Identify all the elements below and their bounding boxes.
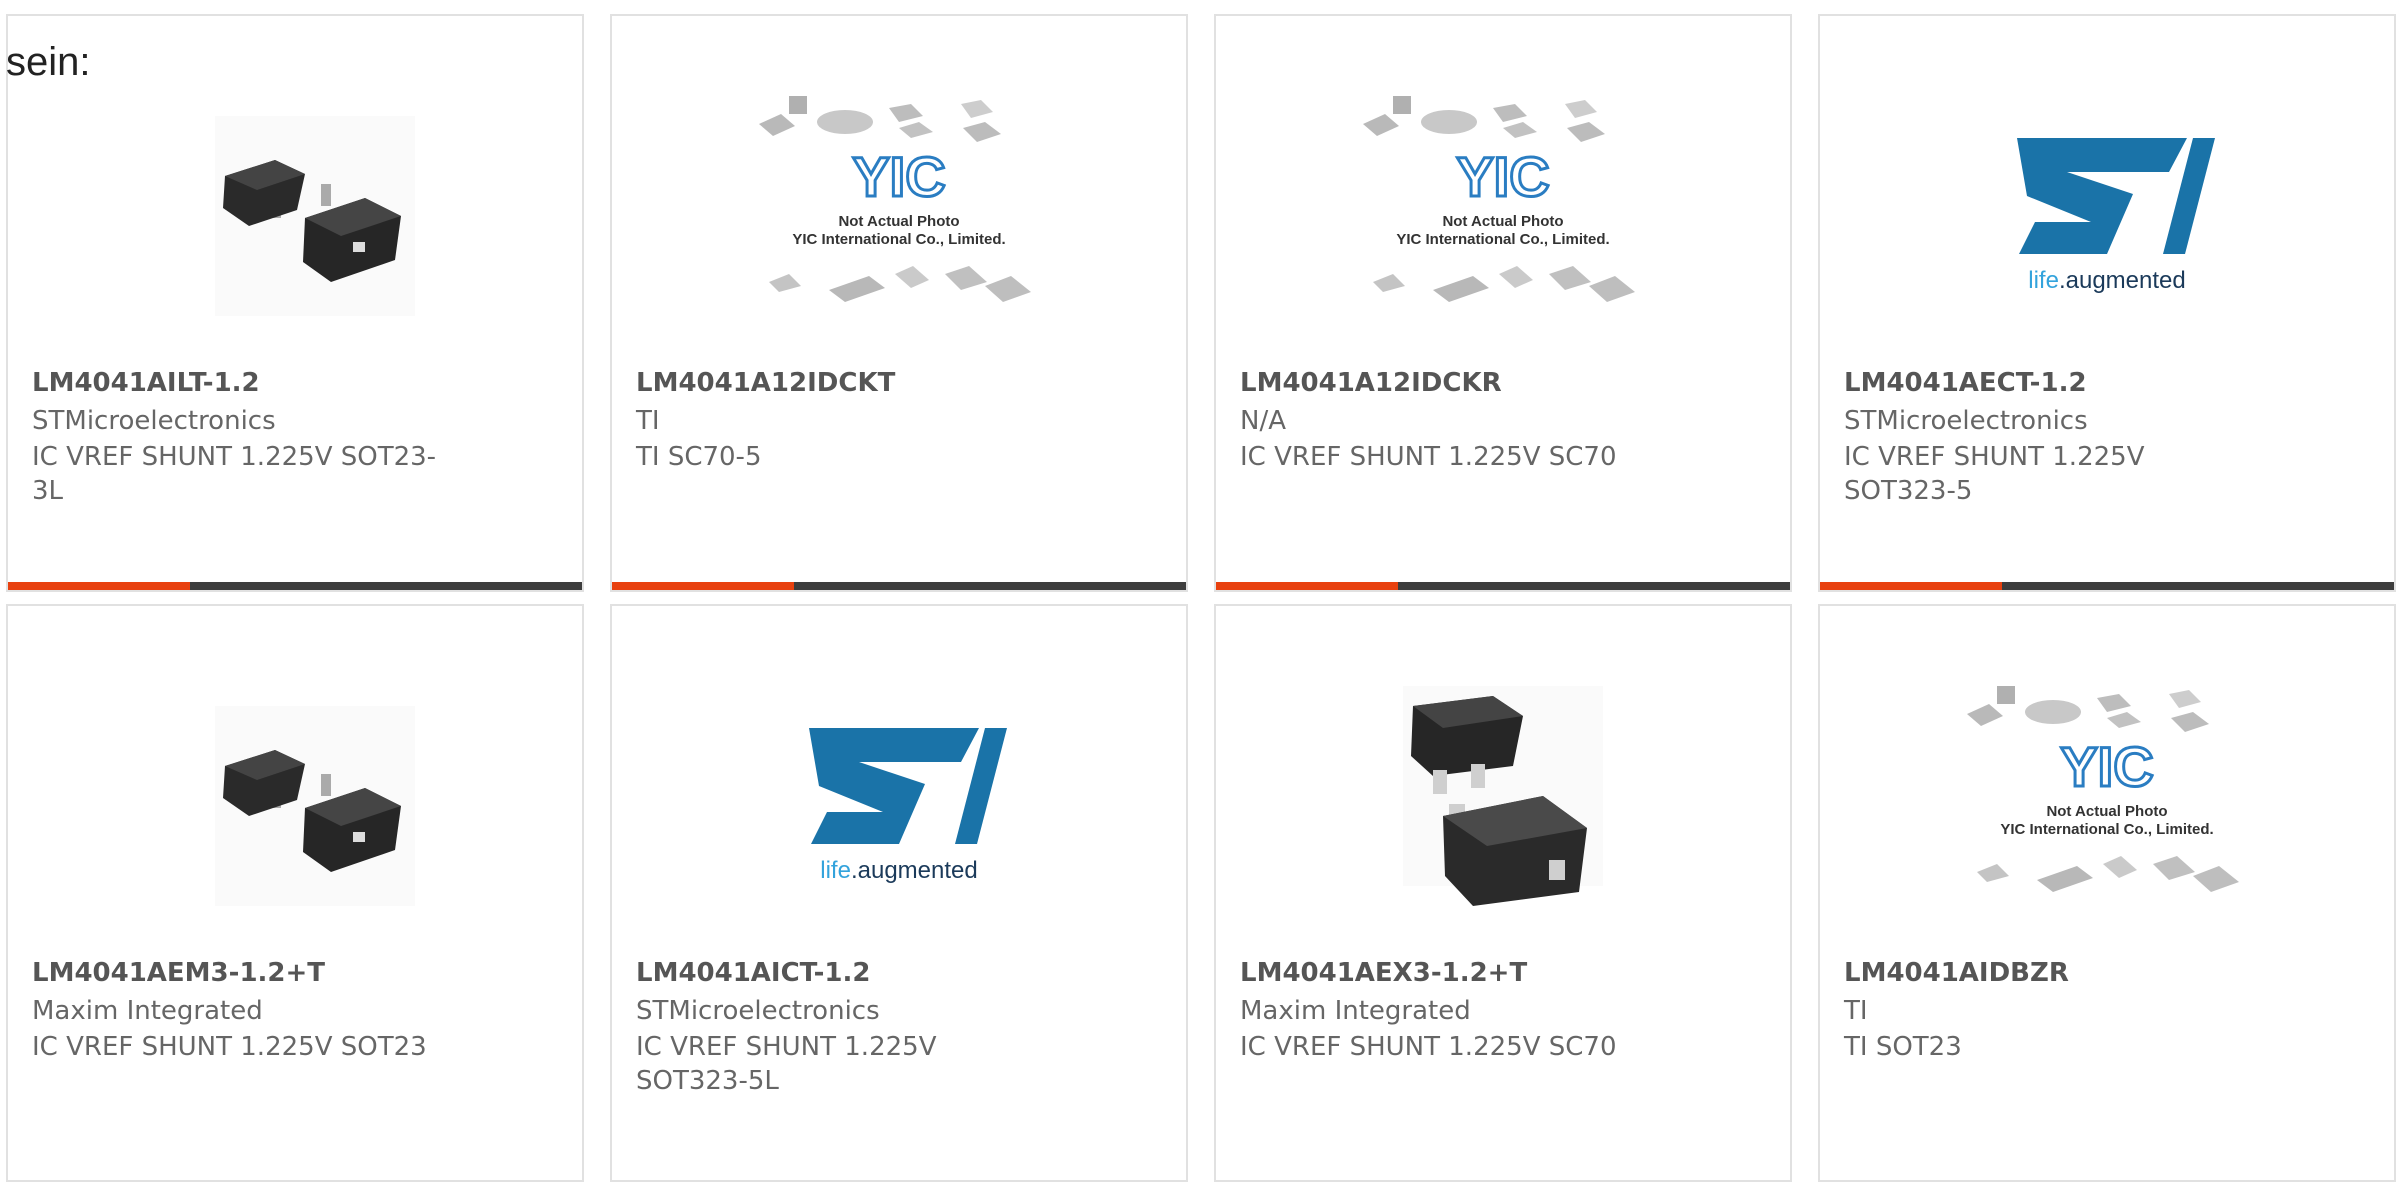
bar-rest bbox=[1398, 582, 1790, 590]
product-description: TI SC70-5 bbox=[636, 442, 762, 472]
product-description: IC VREF SHUNT 1.225V SC70 bbox=[1240, 442, 1617, 472]
sot23-chip-image bbox=[215, 116, 415, 316]
product-part-number[interactable]: LM4041A12IDCKR bbox=[1240, 368, 1502, 398]
product-part-number[interactable]: LM4041AIDBZR bbox=[1844, 958, 2069, 988]
product-card[interactable]: YIC Not Actual Photo YIC International C… bbox=[610, 14, 1188, 592]
card-progress-bar bbox=[1216, 582, 1790, 590]
bar-rest bbox=[2002, 582, 2394, 590]
product-card[interactable]: LM4041AILT-1.2 STMicroelectronics IC VRE… bbox=[6, 14, 584, 592]
product-card[interactable]: LM4041AEX3-1.2+T Maxim Integrated IC VRE… bbox=[1214, 604, 1792, 1182]
svg-text:Not Actual Photo: Not Actual Photo bbox=[838, 213, 959, 230]
svg-text:life.augmented: life.augmented bbox=[820, 857, 977, 884]
product-card[interactable]: LM4041AEM3-1.2+T Maxim Integrated IC VRE… bbox=[6, 604, 584, 1182]
svg-text:YIC International Co., Limited: YIC International Co., Limited. bbox=[2000, 821, 2213, 838]
product-image[interactable] bbox=[145, 76, 445, 336]
product-manufacturer: Maxim Integrated bbox=[32, 996, 263, 1026]
product-description: IC VREF SHUNT 1.225V SOT323-5 bbox=[1844, 442, 2145, 506]
bar-accent bbox=[612, 582, 794, 590]
product-description: IC VREF SHUNT 1.225V SOT323-5L bbox=[636, 1032, 937, 1096]
card-progress-bar bbox=[612, 582, 1186, 590]
yic-placeholder-image: YIC Not Actual Photo YIC International C… bbox=[1363, 96, 1635, 302]
st-logo-image: life.augmented bbox=[809, 728, 1007, 884]
product-image[interactable]: YIC Not Actual Photo YIC International C… bbox=[1353, 76, 1653, 336]
product-image[interactable]: life.augmented bbox=[1957, 76, 2257, 336]
product-manufacturer: TI bbox=[1844, 996, 1868, 1026]
sc70-chip-image bbox=[1403, 686, 1603, 906]
product-description: IC VREF SHUNT 1.225V SOT23 bbox=[32, 1032, 427, 1062]
product-manufacturer: Maxim Integrated bbox=[1240, 996, 1471, 1026]
product-card[interactable]: life.augmented LM4041AECT-1.2 STMicroele… bbox=[1818, 14, 2396, 592]
lead-text: sein: bbox=[6, 40, 91, 84]
product-image[interactable] bbox=[1353, 666, 1653, 926]
svg-text:YIC: YIC bbox=[1456, 145, 1549, 208]
product-manufacturer: STMicroelectronics bbox=[1844, 406, 2088, 436]
product-part-number[interactable]: LM4041AILT-1.2 bbox=[32, 368, 260, 398]
svg-text:YIC: YIC bbox=[852, 145, 945, 208]
svg-text:Not Actual Photo: Not Actual Photo bbox=[1442, 213, 1563, 230]
card-progress-bar bbox=[8, 582, 582, 590]
product-manufacturer: STMicroelectronics bbox=[636, 996, 880, 1026]
product-manufacturer: TI bbox=[636, 406, 660, 436]
svg-text:YIC International Co., Limited: YIC International Co., Limited. bbox=[792, 231, 1005, 248]
product-part-number[interactable]: LM4041A12IDCKT bbox=[636, 368, 895, 398]
product-description: IC VREF SHUNT 1.225V SOT23-3L bbox=[32, 442, 437, 506]
bar-rest bbox=[190, 582, 582, 590]
card-progress-bar bbox=[1820, 582, 2394, 590]
product-part-number[interactable]: LM4041AEX3-1.2+T bbox=[1240, 958, 1527, 988]
product-part-number[interactable]: LM4041AICT-1.2 bbox=[636, 958, 870, 988]
svg-text:YIC International Co., Limited: YIC International Co., Limited. bbox=[1396, 231, 1609, 248]
product-part-number[interactable]: LM4041AECT-1.2 bbox=[1844, 368, 2087, 398]
st-logo-image: life.augmented bbox=[2017, 138, 2215, 294]
product-part-number[interactable]: LM4041AEM3-1.2+T bbox=[32, 958, 325, 988]
product-manufacturer: N/A bbox=[1240, 406, 1286, 436]
product-card[interactable]: life.augmented LM4041AICT-1.2 STMicroele… bbox=[610, 604, 1188, 1182]
product-image[interactable] bbox=[145, 666, 445, 926]
product-manufacturer: STMicroelectronics bbox=[32, 406, 276, 436]
yic-placeholder-image: YIC Not Actual Photo YIC International C… bbox=[1967, 686, 2239, 892]
svg-text:YIC: YIC bbox=[2060, 735, 2153, 798]
product-image[interactable]: YIC Not Actual Photo YIC International C… bbox=[1957, 666, 2257, 926]
svg-text:life.augmented: life.augmented bbox=[2028, 267, 2185, 294]
product-image[interactable]: YIC Not Actual Photo YIC International C… bbox=[749, 76, 1049, 336]
bar-accent bbox=[1820, 582, 2002, 590]
bar-rest bbox=[794, 582, 1186, 590]
product-description: IC VREF SHUNT 1.225V SC70 bbox=[1240, 1032, 1617, 1062]
product-image[interactable]: life.augmented bbox=[749, 666, 1049, 926]
bar-accent bbox=[8, 582, 190, 590]
bar-accent bbox=[1216, 582, 1398, 590]
product-card[interactable]: YIC Not Actual Photo YIC International C… bbox=[1214, 14, 1792, 592]
product-description: TI SOT23 bbox=[1844, 1032, 1962, 1062]
svg-text:Not Actual Photo: Not Actual Photo bbox=[2046, 803, 2167, 820]
sot23-chip-image bbox=[215, 706, 415, 906]
product-card[interactable]: YIC Not Actual Photo YIC International C… bbox=[1818, 604, 2396, 1182]
yic-placeholder-image: YIC Not Actual Photo YIC International C… bbox=[759, 96, 1031, 302]
